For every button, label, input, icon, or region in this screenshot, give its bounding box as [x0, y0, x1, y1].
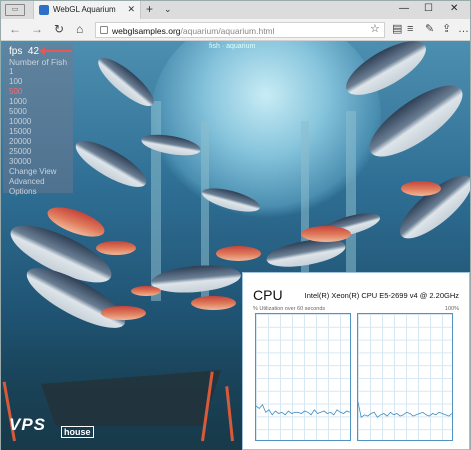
tab-preview-icon[interactable]: ▭: [5, 4, 25, 16]
aquarium-title: fish · aquarium: [209, 43, 256, 50]
core-2-graph: [357, 313, 453, 441]
fish-option-1000[interactable]: 1000: [9, 97, 67, 107]
fish-option-100[interactable]: 100: [9, 77, 67, 87]
core-1-graph: [255, 313, 351, 441]
cpu-model: Intel(R) Xeon(R) CPU E5-2699 v4 @ 2.20GH…: [304, 291, 459, 300]
fish-count-heading: Number of Fish: [9, 57, 68, 67]
fish-option-30000[interactable]: 30000: [9, 157, 67, 167]
tuna-fish: [391, 165, 470, 249]
red-fish: [216, 246, 261, 261]
tab-bar: ▭ WebGL Aquarium ✕ + ⌄ — ☐ ✕: [1, 1, 470, 19]
aquarium-favicon-icon: [39, 5, 49, 15]
fish-option-25000[interactable]: 25000: [9, 147, 67, 157]
red-fish: [131, 286, 161, 296]
address-bar[interactable]: webglsamples.org/aquarium/aquarium.html: [95, 22, 385, 38]
cpu-max-label: 100%: [444, 306, 459, 312]
vps-logo-suffix: house: [61, 426, 94, 438]
home-icon[interactable]: ⌂: [76, 22, 83, 36]
options-link[interactable]: Options: [9, 187, 67, 197]
refresh-icon[interactable]: ↻: [54, 22, 64, 36]
close-window-button[interactable]: ✕: [450, 3, 458, 14]
cpu-subtitle: % Utilization over 60 seconds: [253, 306, 326, 312]
back-arrow-icon[interactable]: ←: [9, 22, 21, 36]
minimize-button[interactable]: —: [399, 3, 409, 14]
change-view-link[interactable]: Change View: [9, 167, 67, 177]
tab-dropdown-button[interactable]: ⌄: [164, 4, 172, 15]
core-2-plot: [358, 402, 452, 418]
address-text: webglsamples.org/aquarium/aquarium.html: [112, 26, 275, 36]
fish-option-15000[interactable]: 15000: [9, 127, 67, 137]
favorite-star-icon[interactable]: ☆: [370, 23, 380, 35]
page-info-icon[interactable]: [100, 26, 108, 34]
pillar: [151, 101, 161, 301]
share-icon[interactable]: ⇪: [442, 23, 451, 35]
core-1-plot: [256, 403, 350, 416]
fish-option-20000[interactable]: 20000: [9, 137, 67, 147]
core-2-utilization-line: [358, 402, 452, 418]
tab-webgl-aquarium[interactable]: WebGL Aquarium ✕: [33, 1, 141, 19]
cpu-title: CPU: [253, 287, 283, 303]
fish-count-menu: fps 42 Number of Fish 1 100 500 1000 500…: [3, 43, 73, 196]
fish-option-1[interactable]: 1: [9, 67, 67, 77]
navigation-bar: ← → ↻ ⌂ webglsamples.org/aquarium/aquari…: [1, 19, 470, 41]
forward-arrow-icon[interactable]: →: [31, 22, 43, 36]
tuna-fish: [150, 262, 242, 296]
tab-title: WebGL Aquarium: [53, 5, 116, 14]
cpu-panel: CPU Intel(R) Xeon(R) CPU E5-2699 v4 @ 2.…: [242, 272, 470, 450]
fish-option-500[interactable]: 500: [9, 87, 67, 97]
maximize-button[interactable]: ☐: [424, 3, 433, 14]
new-tab-button[interactable]: +: [146, 3, 153, 15]
advanced-link[interactable]: Advanced: [9, 177, 67, 187]
red-fish: [96, 241, 136, 255]
close-tab-icon[interactable]: ✕: [127, 4, 135, 15]
tuna-fish: [92, 51, 160, 113]
tuna-fish: [69, 132, 153, 196]
red-fish: [401, 181, 441, 196]
hub-icon[interactable]: ≡: [407, 23, 413, 35]
fps-annotation-arrow: [39, 47, 72, 55]
red-fish: [101, 306, 146, 320]
vps-logo: VPS: [9, 415, 47, 434]
fish-option-10000[interactable]: 10000: [9, 117, 67, 127]
red-fish: [191, 296, 236, 310]
browser-window: ▭ WebGL Aquarium ✕ + ⌄ — ☐ ✕ ← → ↻ ⌂ web…: [0, 0, 471, 450]
core-1-utilization-line: [256, 403, 350, 416]
more-icon[interactable]: …: [458, 23, 469, 35]
reading-view-icon[interactable]: ▤: [392, 23, 402, 35]
red-fish: [301, 226, 351, 242]
web-note-icon[interactable]: ✎: [425, 23, 434, 35]
fish-option-5000[interactable]: 5000: [9, 107, 67, 117]
